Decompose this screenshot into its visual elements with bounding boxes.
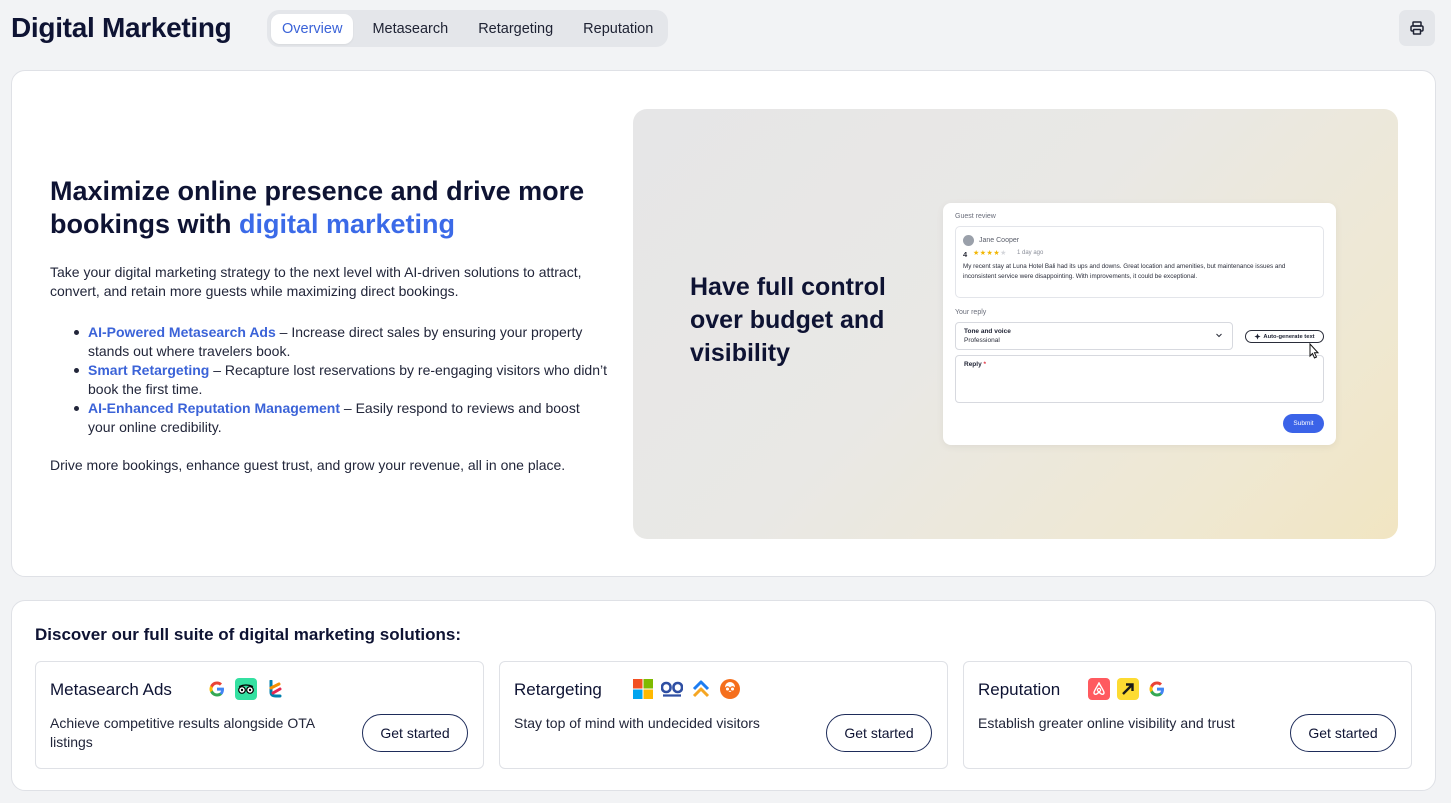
list-item: AI-Enhanced Reputation Management – Easi… (74, 399, 608, 437)
cursor-icon (1309, 343, 1320, 359)
retargeting-link[interactable]: Smart Retargeting (88, 362, 209, 378)
review-box: Jane Cooper 4 ★★★★★ 1 day ago My recent … (955, 226, 1324, 298)
tab-reputation[interactable]: Reputation (572, 14, 664, 44)
adroll-icon (690, 678, 712, 700)
tab-retargeting[interactable]: Retargeting (467, 14, 564, 44)
trivago-icon (264, 678, 286, 700)
star-empty-icon: ★ (1000, 250, 1007, 257)
solution-name: Reputation (978, 680, 1061, 699)
page-title: Digital Marketing (11, 12, 232, 43)
sparkle-icon (1254, 333, 1261, 340)
list-item: Smart Retargeting – Recapture lost reser… (74, 361, 608, 399)
reputation-link[interactable]: AI-Enhanced Reputation Management (88, 400, 340, 416)
promo-panel: Have full control over budget and visibi… (633, 109, 1398, 539)
tone-label: Tone and voice (964, 328, 1011, 335)
solution-description: Establish greater online visibility and … (978, 715, 1235, 731)
google-icon (206, 678, 228, 700)
reply-field-label: Reply * (964, 361, 986, 368)
submit-button: Submit (1283, 414, 1324, 433)
tab-bar: Overview Metasearch Retargeting Reputati… (267, 10, 669, 47)
get-started-metasearch-button[interactable]: Get started (362, 714, 468, 752)
auto-generate-label: Auto-generate text (1263, 333, 1315, 340)
solutions-title: Discover our full suite of digital marke… (35, 625, 461, 644)
tab-overview[interactable]: Overview (271, 13, 354, 44)
solution-description: Stay top of mind with undecided visitors (514, 715, 760, 731)
printer-icon (1410, 21, 1424, 35)
reviewer-name: Jane Cooper (979, 237, 1020, 244)
solution-name: Retargeting (514, 680, 602, 699)
review-body: My recent stay at Luna Hotel Bali had it… (963, 263, 1286, 280)
hero-intro: Take your digital marketing strategy to … (50, 264, 582, 299)
guest-review-label: Guest review (955, 213, 996, 220)
google-icon (1146, 678, 1168, 700)
meta-icon (661, 678, 683, 700)
auto-generate-button: Auto-generate text (1245, 330, 1324, 343)
metasearch-link[interactable]: AI-Powered Metasearch Ads (88, 324, 276, 340)
required-mark: * (983, 361, 987, 368)
rating-value: 4 (963, 250, 968, 259)
solution-description: Achieve competitive results alongside OT… (50, 715, 315, 750)
hero-outro: Drive more bookings, enhance guest trust… (50, 457, 566, 473)
hero-heading-accent: digital marketing (239, 209, 456, 239)
reply-field-label-text: Reply (964, 361, 982, 368)
tone-value: Professional (964, 337, 1000, 344)
expedia-icon (1117, 678, 1139, 700)
review-time: 1 day ago (1017, 250, 1044, 256)
partner-icons (206, 678, 286, 700)
avatar (963, 235, 974, 246)
partner-icons (632, 678, 741, 700)
chevron-down-icon (1216, 333, 1222, 338)
hero-card: Maximize online presence and drive more … (11, 70, 1436, 577)
solution-reputation: Reputation Establish greater online visi… (963, 661, 1412, 769)
tab-metasearch[interactable]: Metasearch (361, 14, 459, 44)
star-rating: ★★★★★ (973, 249, 1007, 257)
solution-metasearch: Metasearch Ads Achieve competitive resul… (35, 661, 484, 769)
hero-heading: Maximize online presence and drive more … (50, 175, 610, 241)
solution-retargeting: Retargeting Stay top of mind with undeci… (499, 661, 948, 769)
top-bar: Digital Marketing Overview Metasearch Re… (0, 0, 1451, 60)
criteo-icon (719, 678, 741, 700)
airbnb-icon (1088, 678, 1110, 700)
solutions-card: Discover our full suite of digital marke… (11, 600, 1436, 791)
review-mockup: Guest review Jane Cooper 4 ★★★★★ 1 day a… (943, 203, 1336, 445)
print-button[interactable] (1399, 10, 1435, 46)
get-started-reputation-button[interactable]: Get started (1290, 714, 1396, 752)
feature-list: AI-Powered Metasearch Ads – Increase dir… (74, 323, 608, 437)
star-icon: ★★★★ (973, 250, 1001, 257)
reply-textarea: Reply * (955, 355, 1324, 403)
list-item: AI-Powered Metasearch Ads – Increase dir… (74, 323, 608, 361)
solution-name: Metasearch Ads (50, 680, 172, 699)
your-reply-label: Your reply (955, 309, 987, 316)
get-started-retargeting-button[interactable]: Get started (826, 714, 932, 752)
partner-icons (1088, 678, 1168, 700)
tone-select: Tone and voice Professional (955, 322, 1233, 350)
microsoft-icon (632, 678, 654, 700)
promo-text: Have full control over budget and visibi… (690, 273, 886, 367)
tripadvisor-icon (235, 678, 257, 700)
